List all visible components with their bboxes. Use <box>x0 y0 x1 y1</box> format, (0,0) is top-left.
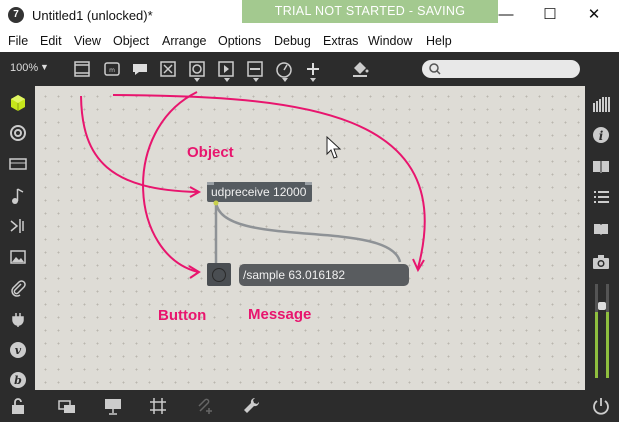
menu-extras[interactable]: Extras <box>323 34 358 48</box>
message-icon[interactable]: m <box>102 59 122 79</box>
menu-file[interactable]: File <box>8 34 28 48</box>
power-icon[interactable] <box>591 396 611 416</box>
add-dropdown-icon[interactable] <box>310 78 316 82</box>
keyboard-icon[interactable] <box>8 154 28 174</box>
menu-view[interactable]: View <box>74 34 101 48</box>
app-icon: 7 <box>8 7 24 23</box>
svg-text:b: b <box>14 374 22 387</box>
image-icon[interactable] <box>8 247 28 267</box>
chevron-down-icon[interactable]: ▼ <box>40 62 49 72</box>
screen-icon[interactable] <box>103 396 123 416</box>
cube-icon[interactable] <box>8 93 28 113</box>
slider-icon[interactable] <box>245 59 265 79</box>
udpreceive-inlet-right[interactable] <box>305 182 312 185</box>
play-dropdown-icon[interactable] <box>224 78 230 82</box>
annotation-message: Message <box>248 306 312 323</box>
plug-icon[interactable] <box>8 309 28 329</box>
level-meter-icon[interactable] <box>591 282 613 382</box>
lock-icon[interactable] <box>8 396 28 416</box>
left-sidebar: v b <box>0 86 35 390</box>
music-note-icon[interactable] <box>8 186 28 206</box>
svg-text:i: i <box>599 129 604 143</box>
udpreceive-object[interactable]: udpreceive 12000 <box>207 182 312 202</box>
menu-debug[interactable]: Debug <box>274 34 311 48</box>
vimeo-icon[interactable]: v <box>8 340 28 360</box>
bang-button[interactable] <box>207 263 231 286</box>
maximize-button[interactable]: ☐ <box>530 0 570 30</box>
info-icon[interactable]: i <box>591 125 611 145</box>
wrench-icon[interactable] <box>241 396 261 416</box>
paperclip-icon[interactable] <box>8 278 28 298</box>
attach-icon[interactable] <box>195 396 215 416</box>
button-dropdown-icon[interactable] <box>194 78 200 82</box>
grid-toggle-icon[interactable] <box>148 396 168 416</box>
menu-arrange[interactable]: Arrange <box>162 34 206 48</box>
right-sidebar: i <box>585 86 619 390</box>
slider-dropdown-icon[interactable] <box>253 78 259 82</box>
circle-icon[interactable] <box>8 123 28 143</box>
new-object-icon[interactable] <box>72 59 92 79</box>
bottom-bar <box>0 390 619 422</box>
udpreceive-inlet[interactable] <box>207 182 214 185</box>
add-icon[interactable] <box>303 59 323 79</box>
grid-icon[interactable] <box>591 94 611 114</box>
split-icon[interactable] <box>8 216 28 236</box>
message-box[interactable]: /sample 63.016182 <box>239 264 409 286</box>
patch-canvas[interactable]: udpreceive 12000 /sample 63.016182 <box>35 86 585 390</box>
menu-options[interactable]: Options <box>218 34 261 48</box>
trial-banner: TRIAL NOT STARTED - SAVING DISABLED <box>242 0 498 41</box>
book-icon[interactable] <box>591 156 611 176</box>
menu-help[interactable]: Help <box>426 34 452 48</box>
svg-text:v: v <box>15 344 22 357</box>
toggle-icon[interactable] <box>158 59 178 79</box>
svg-text:m: m <box>109 67 115 74</box>
bang-button-circle <box>212 268 226 282</box>
button-icon[interactable] <box>187 59 207 79</box>
menu-object[interactable]: Object <box>113 34 149 48</box>
toolbar: 100% ▼ m <box>0 52 619 86</box>
camera-icon[interactable] <box>591 252 611 272</box>
reference-icon[interactable] <box>591 219 611 239</box>
menu-edit[interactable]: Edit <box>40 34 62 48</box>
paint-bucket-icon[interactable] <box>350 59 370 79</box>
search-box[interactable] <box>422 60 580 78</box>
window-title: Untitled1 (unlocked)* <box>32 8 153 23</box>
play-icon[interactable] <box>216 59 236 79</box>
comment-icon[interactable] <box>130 59 150 79</box>
search-input[interactable] <box>444 61 574 77</box>
annotation-object: Object <box>187 144 234 161</box>
minimize-button[interactable]: — <box>486 0 526 30</box>
list-icon[interactable] <box>591 187 611 207</box>
zoom-level[interactable]: 100% <box>10 62 38 74</box>
annotation-button: Button <box>158 307 207 324</box>
behance-icon[interactable]: b <box>8 370 28 390</box>
menu-window[interactable]: Window <box>368 34 412 48</box>
search-icon <box>429 63 441 75</box>
presentation-icon[interactable] <box>57 396 77 416</box>
close-button[interactable]: ✕ <box>574 0 614 30</box>
dial-dropdown-icon[interactable] <box>282 78 288 82</box>
dial-icon[interactable] <box>274 59 294 79</box>
title-bar: 7 Untitled1 (unlocked)* TRIAL NOT STARTE… <box>0 0 619 41</box>
menu-bar: File Edit View Object Arrange Options De… <box>0 30 619 52</box>
